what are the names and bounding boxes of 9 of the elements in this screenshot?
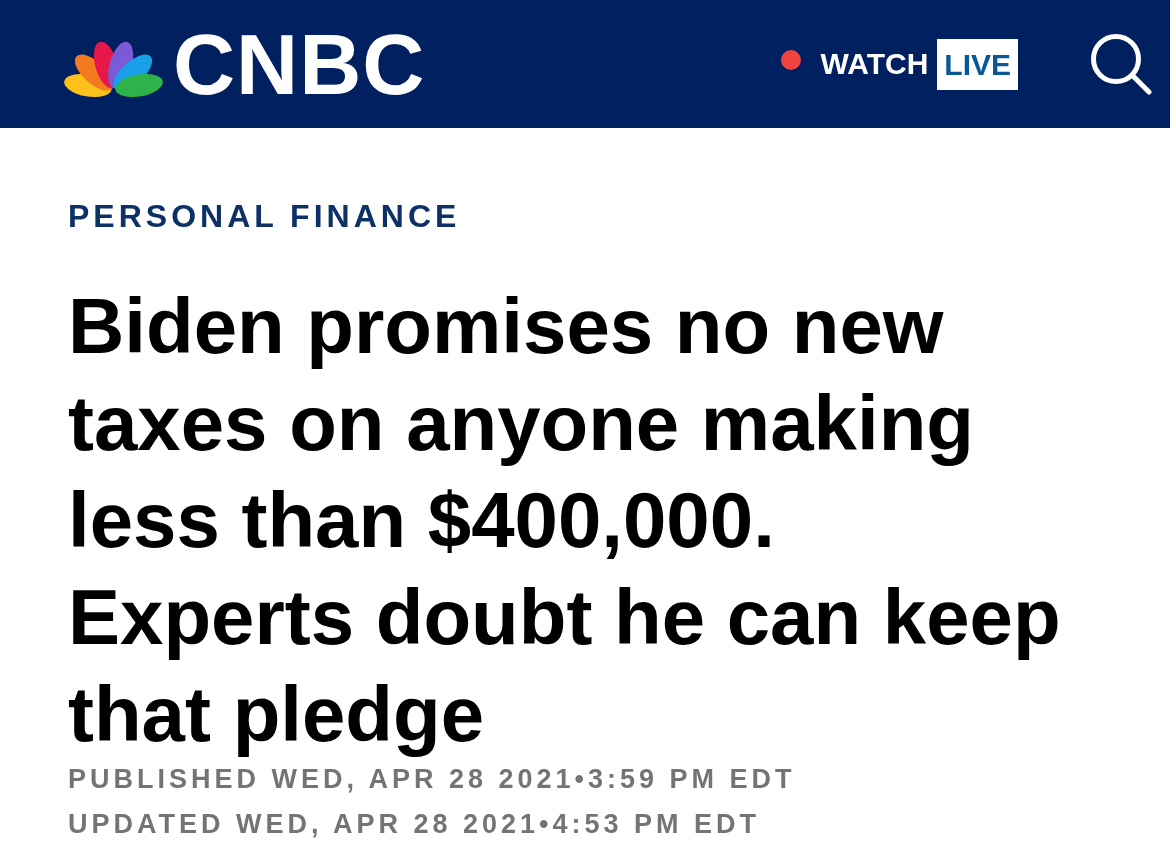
updated-time: UPDATED WED, APR 28 2021•4:53 PM EDT — [68, 808, 761, 839]
live-dot-icon — [780, 50, 801, 70]
logo-link[interactable]: CNBC — [173, 21, 426, 107]
watch-link[interactable]: WATCH — [820, 49, 929, 79]
article-headline: Biden promises no new taxes on anyone making less than $400,000. Experts doubt he can keep that pledge — [68, 280, 1062, 760]
section-link[interactable]: PERSONAL FINANCE — [68, 198, 461, 235]
live-badge[interactable]: LIVE — [937, 38, 1018, 90]
published-time: PUBLISHED WED, APR 28 2021•3:59 PM EDT — [68, 763, 796, 794]
search-icon[interactable] — [1090, 33, 1152, 95]
